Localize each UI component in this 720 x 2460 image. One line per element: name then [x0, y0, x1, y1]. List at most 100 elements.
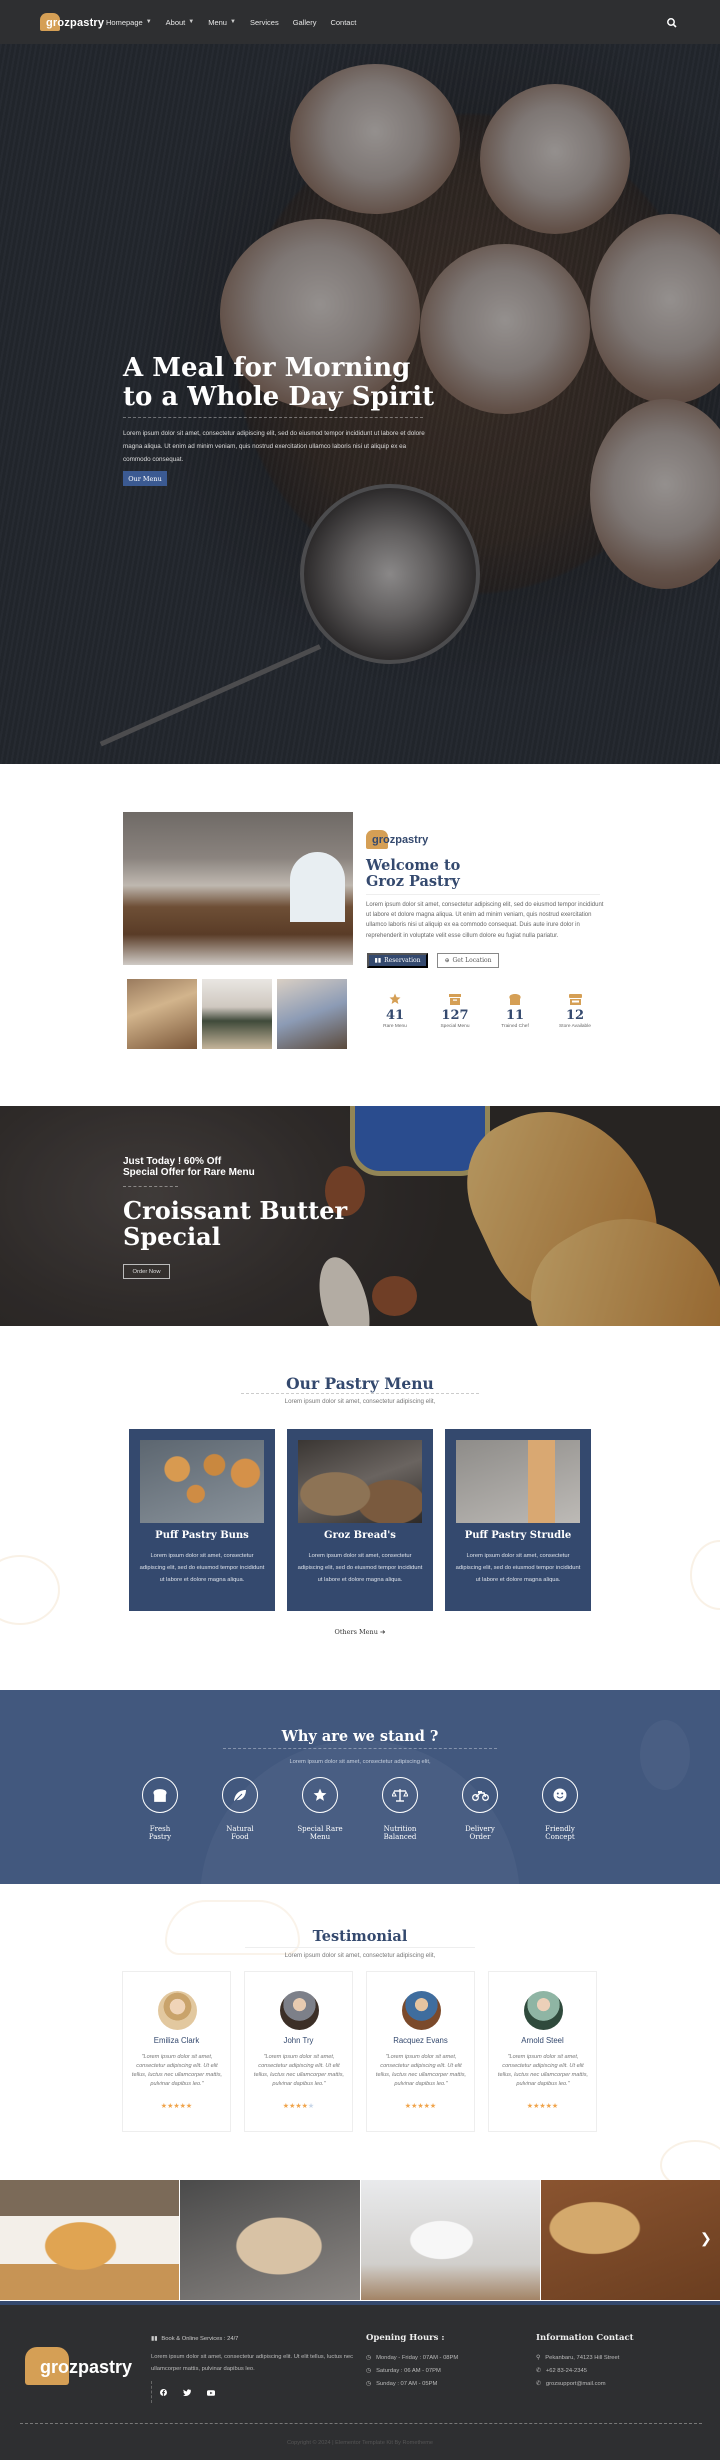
feature-label: Special Rare Menu	[285, 1825, 355, 1841]
offer-subtitle: Just Today ! 60% Off Special Offer for Ra…	[123, 1156, 255, 1178]
nav-homepage[interactable]: Homepage ▼	[106, 18, 152, 27]
hero-title-line: to a Whole Day Spirit	[123, 382, 435, 412]
gallery-thumb[interactable]	[127, 979, 197, 1049]
hero-text: Lorem ipsum dolor sit amet, consectetur …	[123, 430, 425, 463]
testimonial-subtitle: Lorem ipsum dolor sit amet, consectetur …	[284, 1952, 436, 1959]
order-now-button[interactable]: Order Now	[123, 1264, 170, 1279]
search-icon[interactable]	[666, 16, 678, 28]
others-menu-link[interactable]: Others Menu ➔	[0, 1628, 720, 1636]
button-label: Reservation	[384, 957, 421, 964]
gallery-image[interactable]	[360, 2180, 540, 2300]
divider	[223, 1748, 497, 1749]
why-title: Why are we stand ?	[281, 1728, 439, 1745]
star-icon	[370, 992, 420, 1006]
star-icon: ★	[185, 2103, 193, 2110]
nav-label: Contact	[330, 17, 357, 27]
testimonial-name: Emiliza Clark	[153, 2036, 200, 2045]
feature-label-line: Natural	[226, 1825, 254, 1833]
footer-logo[interactable]: grozpastry	[25, 2345, 145, 2385]
avatar	[158, 1991, 197, 2030]
stat-label: Special Menu	[440, 1024, 470, 1029]
reservation-button[interactable]: ▮▮ Reservation	[367, 953, 428, 968]
divider	[20, 2423, 702, 2424]
stats-row: 41 Rare Menu 127 Special Menu 11 Trained…	[370, 992, 600, 1029]
star-icon: ★	[429, 2103, 437, 2110]
menu-card[interactable]: Puff Pastry Buns Lorem ipsum dolor sit a…	[129, 1429, 275, 1611]
our-menu-button[interactable]: Our Menu	[123, 471, 167, 486]
menu-card[interactable]: Puff Pastry Strudle Lorem ipsum dolor si…	[445, 1429, 591, 1611]
nav-services[interactable]: Services	[250, 18, 279, 27]
avatar	[280, 1991, 319, 2030]
offer-title-line: Special	[123, 1222, 221, 1251]
box-icon	[430, 992, 480, 1006]
nav-menu[interactable]: Menu ▼	[208, 18, 236, 27]
nav-label: Gallery	[292, 17, 317, 27]
map-pin-icon: ⚲	[536, 2355, 541, 2361]
testimonial-quote: "Lorem ipsum dolor sit amet, consectetur…	[375, 2054, 467, 2087]
stat-special-menu: 127 Special Menu	[430, 992, 480, 1029]
puff-pastry-strudle-image	[456, 1440, 580, 1523]
groz-bread-image	[298, 1440, 422, 1523]
nav-label: About	[165, 17, 186, 27]
gallery-thumb[interactable]	[277, 979, 347, 1049]
nav-about[interactable]: About ▼	[166, 18, 195, 27]
stat-label: Rare Menu	[383, 1024, 407, 1029]
hero-section: A Meal for Morning to a Whole Day Spirit …	[0, 44, 720, 764]
main-nav: Homepage ▼ About ▼ Menu ▼ Services Gallery …	[106, 0, 356, 44]
nav-label: Homepage	[106, 17, 143, 27]
opening-hours-list: ◷ Monday - Friday : 07AM - 08PM ◷ Saturday…	[366, 2352, 458, 2391]
star-icon	[302, 1777, 338, 1813]
menu-card-text: Lorem ipsum dolor sit amet, consectetur …	[455, 1553, 581, 1583]
nav-gallery[interactable]: Gallery	[293, 18, 317, 27]
pretzel-decoration	[690, 1540, 720, 1610]
gallery-image[interactable]	[540, 2180, 720, 2300]
gallery-thumb[interactable]	[202, 979, 272, 1049]
offer-subtitle-line: Special Offer for Rare Menu	[123, 1167, 255, 1178]
rating-stars: ★★★★★	[489, 2102, 596, 2110]
smile-icon	[542, 1777, 578, 1813]
menu-card-text: Lorem ipsum dolor sit amet, consectetur …	[139, 1553, 265, 1583]
avatar	[524, 1991, 563, 2030]
feature-label: Natural Food	[205, 1825, 275, 1841]
youtube-icon[interactable]	[207, 2383, 215, 2401]
get-location-button[interactable]: ⊕ Get Location	[437, 953, 499, 968]
chevron-down-icon: ▼	[145, 19, 152, 25]
menu-card-text: Lorem ipsum dolor sit amet, consectetur …	[297, 1553, 423, 1583]
nav-label: Services	[249, 17, 279, 27]
menu-card[interactable]: Groz Bread's Lorem ipsum dolor sit amet,…	[287, 1429, 433, 1611]
arrow-right-icon: ➔	[379, 1628, 386, 1636]
feature-label-line: Friendly	[545, 1825, 575, 1833]
divider	[366, 894, 600, 895]
divider	[241, 1393, 479, 1394]
feature-label-line: Balanced	[383, 1833, 417, 1841]
store-icon	[550, 992, 600, 1006]
feature-label-line: Menu	[309, 1833, 331, 1841]
stat-value: 127	[441, 1008, 469, 1023]
contact-list: ⚲ Pekanbaru, 74123 Hill Street ✆ +62 83-24…	[536, 2352, 619, 2391]
testimonial-quote: "Lorem ipsum dolor sit amet, consectetur…	[253, 2054, 345, 2087]
feature-natural-food: Natural Food	[205, 1777, 275, 1841]
gallery-image[interactable]	[0, 2180, 180, 2300]
gallery-image[interactable]	[180, 2180, 360, 2300]
carousel-next-button[interactable]: ❯	[700, 2230, 712, 2247]
offer-title: Croissant Butter Special	[123, 1198, 347, 1250]
bakery-interior-image	[123, 812, 353, 965]
nav-contact[interactable]: Contact	[330, 18, 356, 27]
social-links	[151, 2381, 215, 2403]
twitter-icon[interactable]	[183, 2383, 192, 2401]
contact-item[interactable]: ✆ +62 83-24-2345	[536, 2365, 619, 2378]
offer-subtitle-line: Just Today ! 60% Off	[123, 1156, 222, 1167]
hours-item: ◷ Monday - Friday : 07AM - 08PM	[366, 2352, 458, 2365]
site-logo[interactable]: grozpastry	[40, 13, 104, 33]
contact-item[interactable]: ✆ grozsupport@mail.com	[536, 2378, 619, 2391]
photo-gallery-carousel	[0, 2180, 720, 2300]
facebook-icon[interactable]	[160, 2383, 167, 2401]
hours-item: ◷ Sunday : 07 AM - 05PM	[366, 2378, 458, 2391]
book-services: ▮▮ Book & Online Services : 24/7	[151, 2336, 238, 2342]
footer-description: Lorem ipsum dolor sit amet, consectetur …	[151, 2354, 354, 2372]
feature-label-line: Concept	[545, 1833, 575, 1841]
features-row: Fresh Pastry Natural Food Special Rare Menu…	[120, 1777, 600, 1841]
feature-label: Friendly Concept	[525, 1825, 595, 1841]
contact-text: +62 83-24-2345	[545, 2368, 587, 2374]
feature-label-line: Special Rare	[297, 1825, 343, 1833]
